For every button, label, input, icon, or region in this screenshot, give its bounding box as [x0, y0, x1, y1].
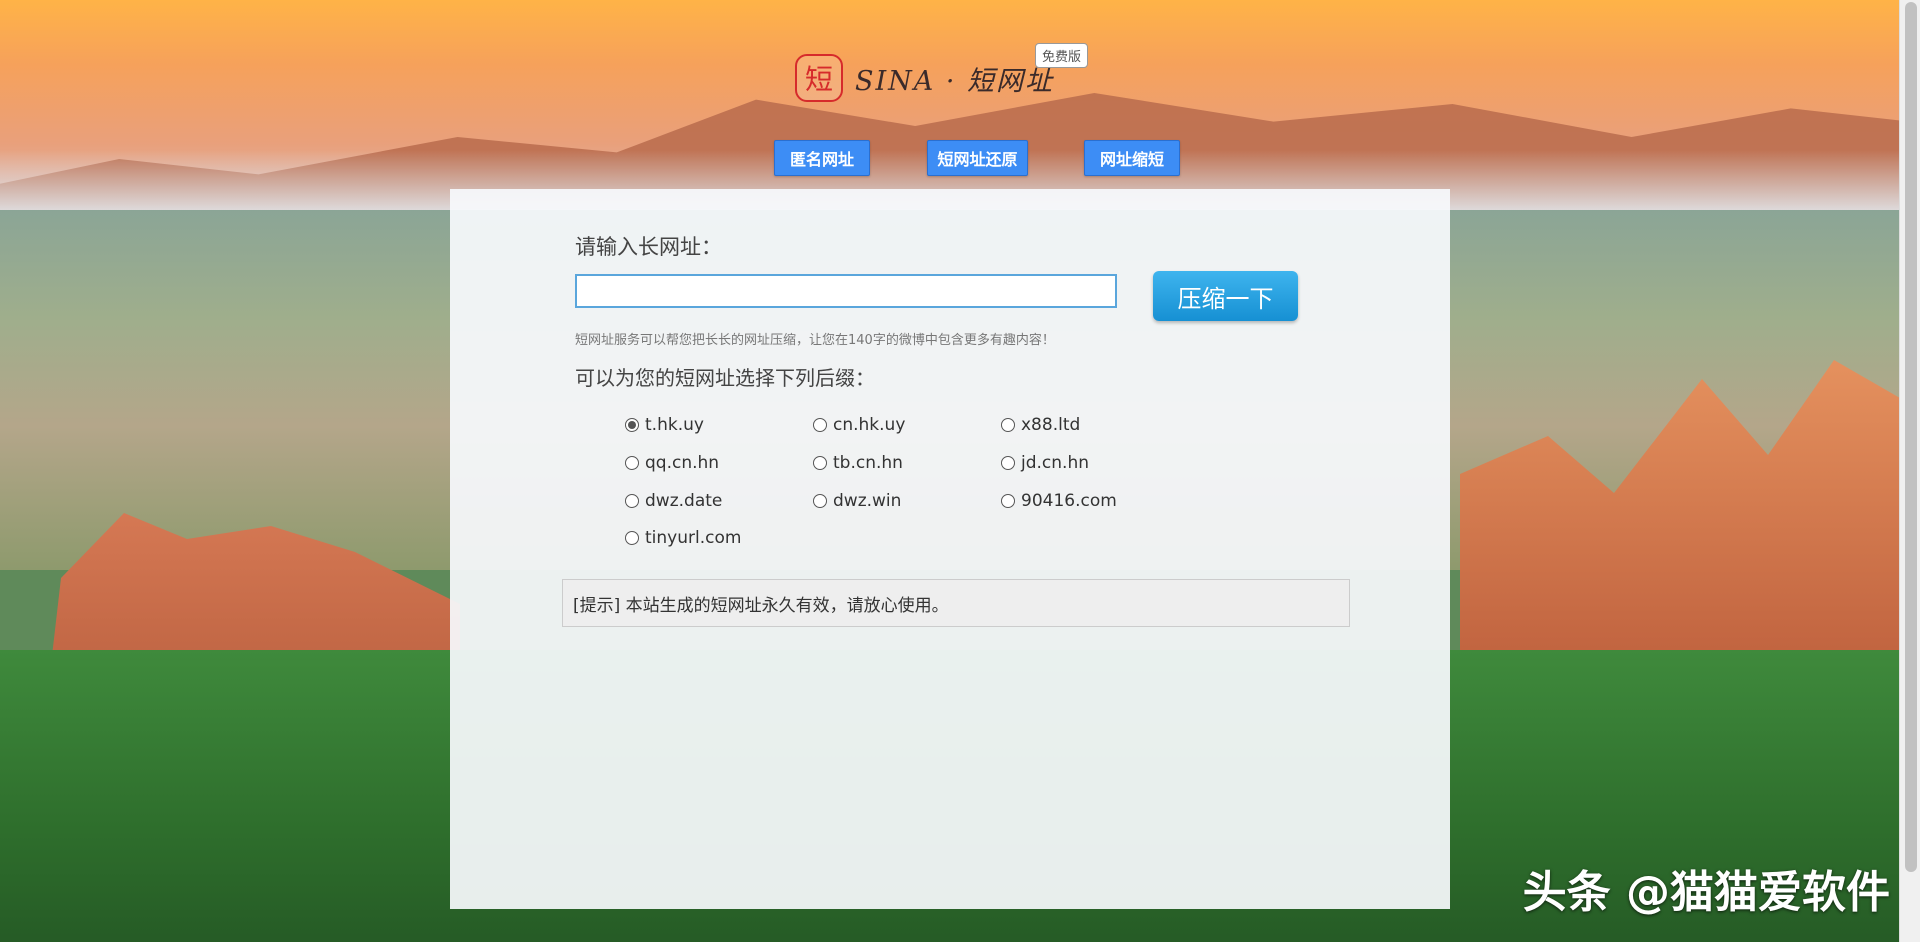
- suffix-label: qq.cn.hn: [645, 453, 720, 473]
- suffix-radio[interactable]: [625, 531, 639, 545]
- suffix-option[interactable]: cn.hk.uy: [813, 415, 905, 435]
- long-url-input[interactable]: [575, 274, 1117, 308]
- suffix-label: dwz.win: [833, 491, 902, 511]
- suffix-radio[interactable]: [813, 494, 827, 508]
- free-version-badge: 免费版: [1035, 43, 1089, 68]
- nav-anonymous-url-button[interactable]: 匿名网址: [774, 140, 870, 176]
- suffix-label: dwz.date: [645, 491, 723, 511]
- nav-url-shorten-button[interactable]: 网址缩短: [1084, 140, 1180, 176]
- suffix-option[interactable]: 90416.com: [1001, 491, 1117, 511]
- suffix-option[interactable]: dwz.date: [625, 491, 722, 511]
- compress-button[interactable]: 压缩一下: [1153, 271, 1298, 321]
- suffix-label: 90416.com: [1021, 491, 1117, 511]
- suffix-radio[interactable]: [625, 494, 639, 508]
- service-hint: 短网址服务可以帮您把长长的网址压缩，让您在140字的微博中包含更多有趣内容！: [575, 333, 1055, 348]
- suffix-radio[interactable]: [1001, 456, 1015, 470]
- vertical-scrollbar[interactable]: [1899, 0, 1920, 942]
- suffix-title: 可以为您的短网址选择下列后缀：: [575, 366, 875, 390]
- suffix-radio[interactable]: [1001, 494, 1015, 508]
- suffix-label: tb.cn.hn: [833, 453, 903, 473]
- logo-mark-icon: 短: [795, 54, 843, 102]
- suffix-option[interactable]: tb.cn.hn: [813, 453, 903, 473]
- suffix-radio[interactable]: [813, 456, 827, 470]
- suffix-label: t.hk.uy: [645, 415, 704, 435]
- suffix-option[interactable]: t.hk.uy: [625, 415, 704, 435]
- main-panel: 请输入长网址： 压缩一下 短网址服务可以帮您把长长的网址压缩，让您在140字的微…: [450, 189, 1450, 909]
- site-logo[interactable]: 短 SINA · 短网址 免费版: [795, 43, 1089, 103]
- suffix-label: tinyurl.com: [645, 528, 742, 548]
- suffix-option[interactable]: x88.ltd: [1001, 415, 1080, 435]
- suffix-option[interactable]: qq.cn.hn: [625, 453, 719, 473]
- notice-box: [提示] 本站生成的短网址永久有效，请放心使用。: [562, 579, 1350, 627]
- scrollbar-thumb[interactable]: [1905, 2, 1917, 872]
- suffix-option[interactable]: tinyurl.com: [625, 528, 741, 548]
- suffix-option[interactable]: dwz.win: [813, 491, 901, 511]
- suffix-label: x88.ltd: [1021, 415, 1081, 435]
- suffix-radio[interactable]: [1001, 418, 1015, 432]
- suffix-radio[interactable]: [625, 456, 639, 470]
- long-url-label: 请输入长网址：: [575, 235, 722, 259]
- suffix-option[interactable]: jd.cn.hn: [1001, 453, 1089, 473]
- nav-url-restore-button[interactable]: 短网址还原: [927, 140, 1028, 176]
- logo-text: SINA · 短网址: [855, 65, 1055, 97]
- suffix-label: cn.hk.uy: [833, 415, 906, 435]
- watermark: 头条 @猫猫爱软件: [1522, 867, 1890, 918]
- suffix-radio[interactable]: [813, 418, 827, 432]
- suffix-label: jd.cn.hn: [1021, 453, 1089, 473]
- suffix-radio[interactable]: [625, 418, 639, 432]
